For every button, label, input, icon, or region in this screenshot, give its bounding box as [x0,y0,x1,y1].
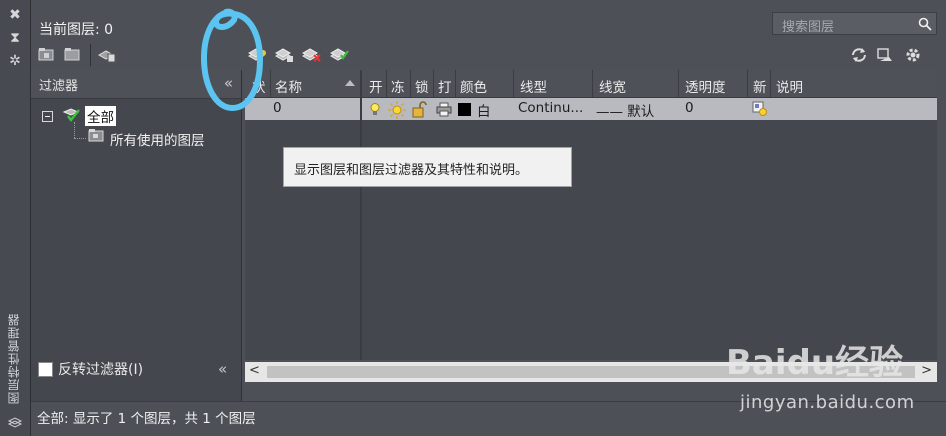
baidu-jingyan-watermark: Baidu经验 [726,343,903,383]
current-layer-label: 当前图层: 0 [39,22,114,38]
column-lock[interactable]: 锁 [415,76,429,96]
sort-ascending-icon [345,80,355,86]
auto-hide-icon[interactable]: ⧗ [7,30,23,46]
refresh-icon[interactable] [849,46,869,64]
layer-pane-icon[interactable] [876,46,896,64]
column-lineweight[interactable]: 线宽 [599,76,626,96]
column-on[interactable]: 开 [369,76,383,96]
color-name-cell[interactable]: 白 [477,100,491,120]
tree-collapse-toggle[interactable] [42,111,53,122]
column-description[interactable]: 说明 [776,76,803,96]
close-icon[interactable]: ✖ [7,7,23,23]
tooltip-text: 显示图层和图层过滤器及其特性和说明。 [294,163,529,178]
properties-icon[interactable]: ✲ [7,53,23,69]
column-freeze[interactable]: 冻 [391,76,405,96]
filter-title: 过滤器 [39,79,79,94]
svg-text:Baidu经验: Baidu经验 [726,343,903,383]
delete-layer-icon[interactable] [301,46,322,64]
tree-item-used-layers[interactable]: 所有使用的图层 [110,129,205,149]
grid-split-line[interactable] [360,70,362,360]
scroll-left-icon[interactable]: < [249,363,260,378]
lineweight-cell[interactable]: —— 默认 [596,100,654,120]
lightbulb-icon[interactable] [369,102,381,118]
tree-item-all[interactable]: 全部 [85,106,116,126]
column-transparency[interactable]: 透明度 [685,76,726,96]
palette-title: 图层特性管理器 [7,313,21,404]
color-swatch[interactable] [458,103,471,116]
column-name[interactable]: 名称 [275,76,302,96]
settings-gear-icon[interactable] [903,46,923,64]
set-current-icon[interactable] [329,46,350,64]
column-plot[interactable]: 打 [438,76,452,96]
grid-header: 状 名称 开 冻 锁 打 颜色 线型 线宽 透明度 新 说明 [245,70,937,98]
layer-name-cell[interactable]: 0 [273,100,282,116]
new-property-filter-icon[interactable] [37,46,57,64]
tree-line [74,138,86,140]
tooltip: 显示图层和图层过滤器及其特性和说明。 [283,147,572,187]
used-layers-filter-icon [88,128,106,144]
invert-filter-label: 反转过滤器(I) [58,362,144,378]
column-new-vp-freeze[interactable]: 新 [753,76,767,96]
collapse-bottom-icon[interactable]: « [218,360,227,378]
new-vp-freeze-icon[interactable] [752,101,768,117]
search-placeholder: 搜索图层 [782,20,835,35]
invert-filter-checkbox[interactable] [38,362,53,377]
watermark-url: jingyan.baidu.com [740,392,915,413]
transparency-cell[interactable]: 0 [685,100,694,116]
annotation-circle [201,8,263,111]
printer-icon[interactable] [436,102,452,117]
all-layers-filter-icon [62,104,82,124]
layer-grid: 状 名称 开 冻 锁 打 颜色 线型 线宽 透明度 新 说明 0 白 Conti… [245,70,937,360]
layer-stack-icon [7,412,23,428]
linetype-cell[interactable]: Continu... [518,100,583,116]
palette-side-strip: ✖ ⧗ ✲ 图层特性管理器 [0,0,31,436]
unlocked-icon[interactable] [412,101,428,118]
status-text: 全部: 显示了 1 个图层，共 1 个图层 [37,411,256,427]
search-input[interactable]: 搜索图层 [772,12,937,35]
new-layer-vp-frozen-icon[interactable] [274,46,295,64]
column-color[interactable]: 颜色 [460,76,487,96]
search-icon[interactable] [918,16,932,31]
toolbar-separator [90,44,91,66]
column-linetype[interactable]: 线型 [520,76,547,96]
tree-line [74,122,76,138]
new-group-filter-icon[interactable] [63,46,83,64]
layer-states-manager-icon[interactable] [97,46,117,64]
sun-icon[interactable] [388,101,406,119]
